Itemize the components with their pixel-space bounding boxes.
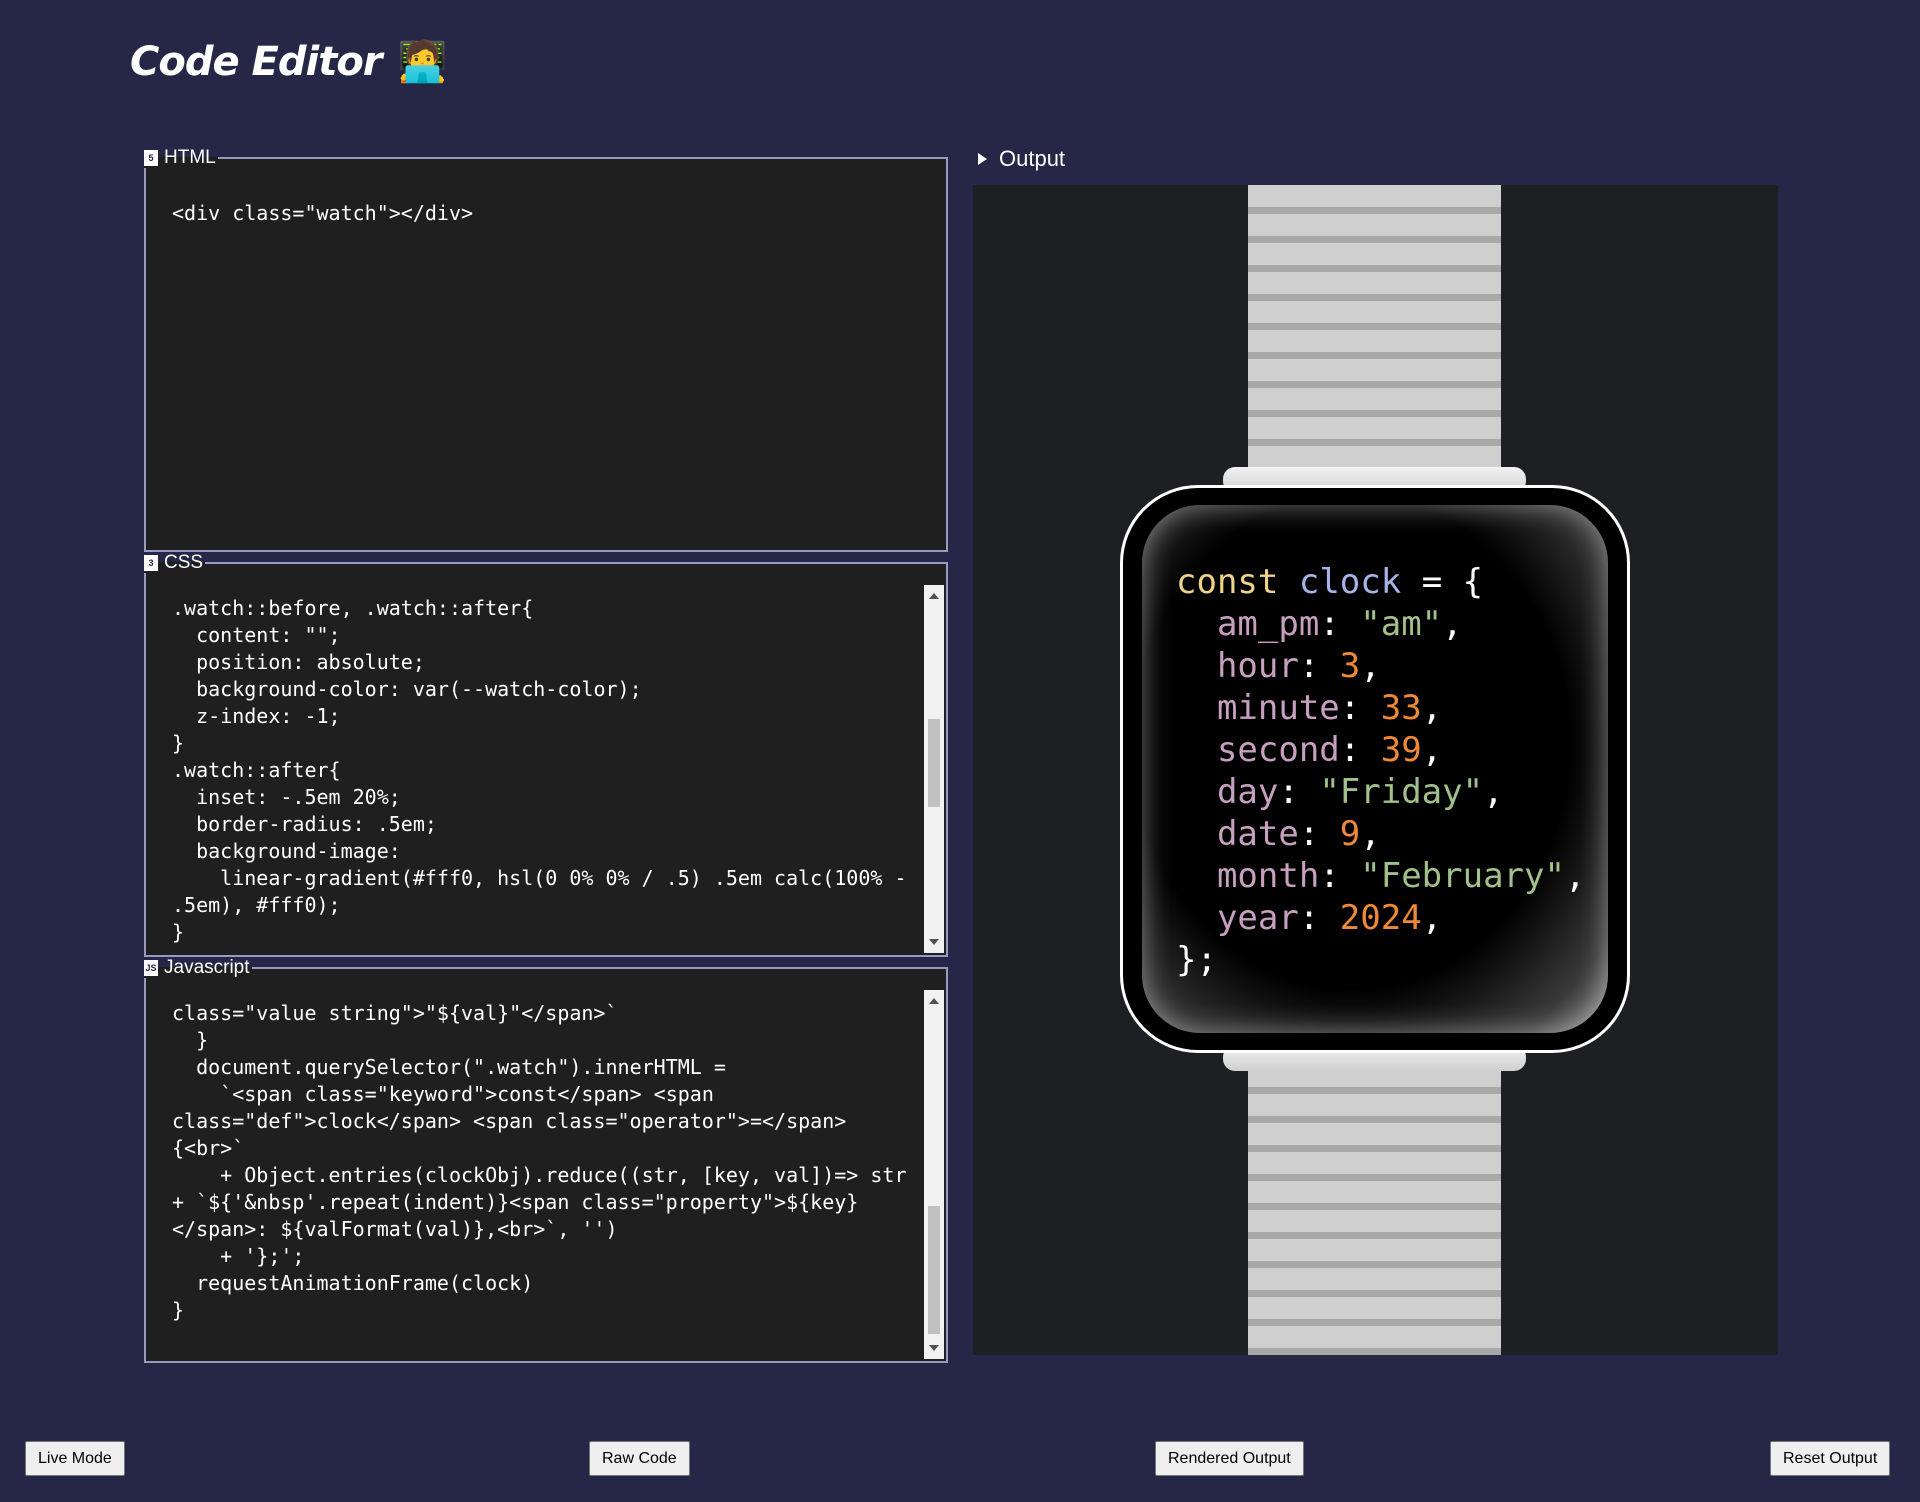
disclosure-triangle-icon xyxy=(978,153,987,165)
raw-code-button[interactable]: Raw Code xyxy=(589,1441,690,1476)
output-label: Output xyxy=(999,146,1066,171)
page-title-text: Code Editor xyxy=(130,38,383,85)
html-editor-panel: 5 HTML <div class="watch"></div> xyxy=(144,148,948,552)
html-legend-label: HTML xyxy=(164,147,216,168)
scroll-up-arrow-icon[interactable] xyxy=(929,593,939,599)
output-toggle[interactable]: Output xyxy=(978,146,1065,172)
watch-entry-value: "February" xyxy=(1360,856,1565,896)
watch-keyword: const xyxy=(1176,562,1279,602)
watch-entry-key: am_pm xyxy=(1216,604,1320,644)
html-legend: 5 HTML xyxy=(144,148,218,168)
watch-entry: minute: 33, xyxy=(1216,688,1443,728)
css-scrollbar-thumb[interactable] xyxy=(928,719,940,807)
watch-entry-key: month xyxy=(1216,856,1320,896)
watch-entry: day: "Friday", xyxy=(1216,772,1504,812)
watch-entry-key: hour xyxy=(1216,646,1299,686)
watch-strap-top xyxy=(1248,185,1501,485)
js-legend-label: Javascript xyxy=(164,957,250,978)
watch-entry-key: second xyxy=(1216,730,1340,770)
css-legend: 3 CSS xyxy=(144,553,205,573)
watch-entry-value: 3 xyxy=(1339,646,1361,686)
scroll-up-arrow-icon[interactable] xyxy=(929,998,939,1004)
html-code-editor[interactable]: <div class="watch"></div> xyxy=(172,200,920,544)
watch-entry-value: "am" xyxy=(1360,604,1443,644)
css-scrollbar[interactable] xyxy=(924,585,944,953)
watch-entry-value: 39 xyxy=(1380,730,1422,770)
watch-entry-value: "Friday" xyxy=(1319,772,1484,812)
css-editor-panel: 3 CSS .watch::before, .watch::after{ con… xyxy=(144,553,948,957)
watch-entry-value: 2024 xyxy=(1339,898,1422,938)
css3-icon: 3 xyxy=(144,555,158,571)
js-icon: JS xyxy=(144,960,158,976)
watch-code-line: }; xyxy=(1176,939,1585,981)
css-legend-label: CSS xyxy=(164,552,204,573)
watch-entry-key: date xyxy=(1216,814,1299,854)
js-scrollbar-thumb[interactable] xyxy=(928,1206,940,1334)
watch-entry: year: 2024, xyxy=(1216,898,1443,938)
watch-entry: second: 39, xyxy=(1216,730,1443,770)
scroll-down-arrow-icon[interactable] xyxy=(929,939,939,945)
watch-open-brace: { xyxy=(1462,562,1484,602)
watch-clock-code: const clock = { am_pm: "am", hour: 3, mi… xyxy=(1176,561,1585,981)
watch-entry-value: 33 xyxy=(1380,688,1422,728)
watch: const clock = { am_pm: "am", hour: 3, mi… xyxy=(1120,485,1630,1053)
watch-entry-key: day xyxy=(1216,772,1279,812)
watch-code-line: const clock = { xyxy=(1176,561,1585,603)
js-code-editor[interactable]: class="value string">"${val}"</span>` } … xyxy=(172,1000,912,1355)
watch-entry-value: 9 xyxy=(1339,814,1361,854)
js-legend: JS Javascript xyxy=(144,958,252,978)
reset-output-button[interactable]: Reset Output xyxy=(1770,1441,1891,1476)
watch-operator: = xyxy=(1421,562,1443,602)
watch-entry: month: "February", xyxy=(1216,856,1586,896)
watch-entry: am_pm: "am", xyxy=(1216,604,1463,644)
rendered-output-button[interactable]: Rendered Output xyxy=(1155,1441,1304,1476)
watch-def: clock xyxy=(1298,562,1402,602)
js-editor-panel: JS Javascript class="value string">"${va… xyxy=(144,958,948,1363)
watch-close-brace: }; xyxy=(1176,940,1217,980)
watch-entry: date: 9, xyxy=(1216,814,1381,854)
live-mode-button[interactable]: Live Mode xyxy=(25,1441,125,1476)
watch-screen: const clock = { am_pm: "am", hour: 3, mi… xyxy=(1142,505,1608,1033)
page-title: Code Editor 🧑‍💻 xyxy=(130,38,448,86)
css-code-editor[interactable]: .watch::before, .watch::after{ content: … xyxy=(172,595,912,949)
output-frame: const clock = { am_pm: "am", hour: 3, mi… xyxy=(973,185,1778,1355)
technologist-icon: 🧑‍💻 xyxy=(397,39,448,85)
js-scrollbar[interactable] xyxy=(924,990,944,1359)
watch-entry: hour: 3, xyxy=(1216,646,1381,686)
scroll-down-arrow-icon[interactable] xyxy=(929,1345,939,1351)
html5-icon: 5 xyxy=(144,150,158,166)
watch-entry-key: year xyxy=(1216,898,1299,938)
watch-strap-bottom xyxy=(1248,1065,1501,1355)
watch-entry-key: minute xyxy=(1216,688,1340,728)
